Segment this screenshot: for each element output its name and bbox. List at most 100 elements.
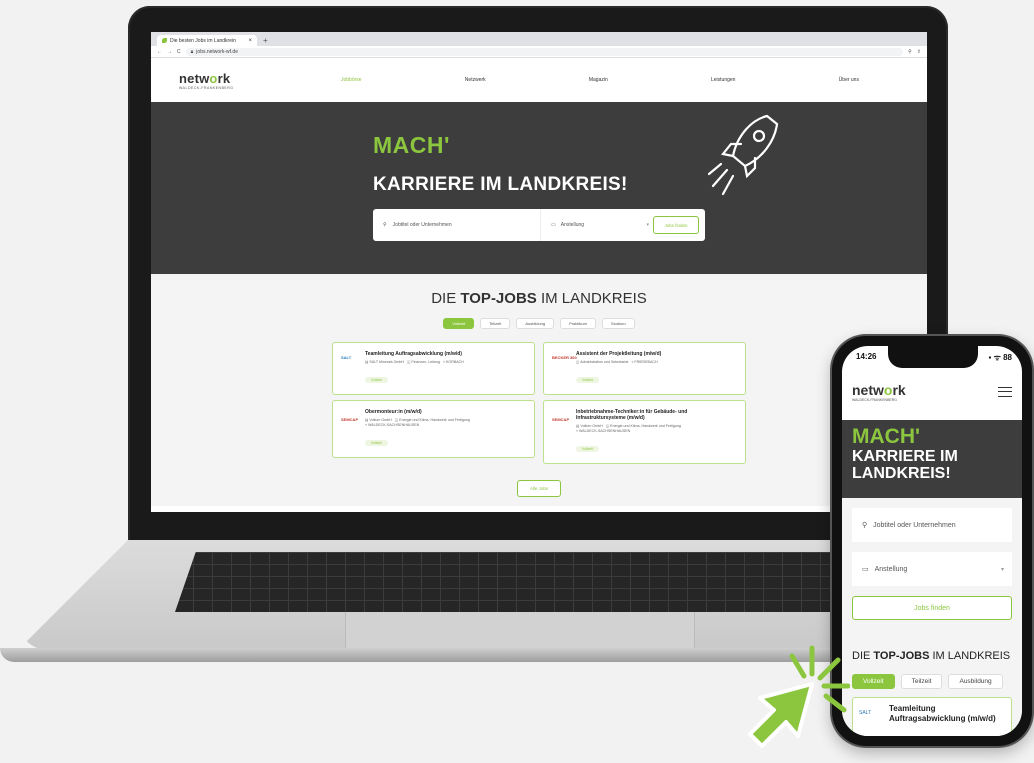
phone-screen: 14:26 ▪︎ ᯤ 88 network WALDECK-FRANKENBER… bbox=[842, 346, 1022, 736]
chevron-down-icon: ▾ bbox=[1000, 566, 1004, 573]
search-icon: ⚲ bbox=[862, 522, 868, 529]
logo-wordmark: network bbox=[852, 382, 906, 398]
job-meta: ▤ SALT Minerals GmbH ◫ Finanzen, Leitung… bbox=[365, 360, 464, 364]
company-logo: BECKER 360 bbox=[552, 355, 577, 360]
phone-hero: MACH' KARRIERE IM LANDKREIS! bbox=[842, 420, 1022, 498]
nav-link-netzwerk[interactable]: Netzwerk bbox=[465, 77, 486, 83]
employment-select-value: Anstellung bbox=[874, 565, 908, 573]
phone-employment-select[interactable]: ▭ Anstellung ▾ bbox=[852, 552, 1012, 586]
filter-teilzeit[interactable]: Teilzeit bbox=[900, 674, 943, 689]
filter-vollzeit[interactable]: Vollzeit bbox=[443, 318, 475, 329]
zoom-icon[interactable]: ⚲ bbox=[908, 49, 912, 55]
share-icon[interactable]: ⇪ bbox=[917, 49, 921, 55]
all-jobs-button[interactable]: Alle Jobs bbox=[517, 480, 561, 497]
filter-vollzeit[interactable]: Vollzeit bbox=[852, 674, 895, 689]
browser-tab[interactable]: Die besten Jobs im Landkrein × bbox=[157, 35, 257, 46]
briefcase-icon: ▭ bbox=[862, 566, 869, 573]
employment-select-value: Anstellung bbox=[560, 222, 585, 228]
job-title: Inbetriebnahme-Techniker:in für Gebäude-… bbox=[576, 409, 688, 421]
hero-title: KARRIERE IM LANDKREIS! bbox=[373, 174, 628, 195]
job-card[interactable]: SEMCAP Obermonteur:in (m/w/d) ▤ Voltum G… bbox=[332, 400, 535, 458]
company-logo: SEMCAP bbox=[552, 417, 570, 422]
job-meta: ◫ Administration und Sekretariat ⌖ FRIED… bbox=[576, 360, 658, 364]
job-title: Obermonteur:in (m/w/d) bbox=[365, 409, 422, 415]
filter-studium[interactable]: Studium bbox=[601, 318, 635, 329]
hero-section: MACH' KARRIERE IM LANDKREIS! ⚲ Jobtitel … bbox=[151, 102, 927, 274]
phone-top-jobs: DIE TOP-JOBS IM LANDKREIS Vollzeit Teilz… bbox=[842, 620, 1022, 736]
search-placeholder: Jobtitel oder Unternehmen bbox=[873, 521, 956, 529]
nav-link-leistungen[interactable]: Leistungen bbox=[711, 77, 735, 83]
briefcase-icon: ▭ bbox=[551, 222, 556, 228]
job-type-badge: Vollzeit bbox=[576, 377, 599, 383]
filter-praktikum[interactable]: Praktikum bbox=[560, 318, 596, 329]
phone-hero-title-line1: KARRIERE IM bbox=[852, 448, 958, 465]
filter-ausbildung[interactable]: Ausbildung bbox=[948, 674, 1003, 689]
job-type-badge: Vollzeit bbox=[365, 377, 388, 383]
phone-notch bbox=[888, 346, 978, 368]
search-input[interactable]: ⚲ Jobtitel oder Unternehmen bbox=[373, 209, 541, 241]
back-icon[interactable]: ← bbox=[157, 49, 162, 55]
top-jobs-title: DIE TOP-JOBS IM LANDKREIS bbox=[431, 290, 647, 307]
click-cursor-icon bbox=[748, 645, 850, 748]
browser-tabbar: Die besten Jobs im Landkrein × + bbox=[151, 32, 927, 46]
menu-icon[interactable] bbox=[998, 387, 1012, 397]
phone-search-input[interactable]: ⚲ Jobtitel oder Unternehmen bbox=[852, 508, 1012, 542]
logo-subtitle: WALDECK-FRANKENBERG bbox=[852, 398, 897, 402]
reload-icon[interactable]: C bbox=[177, 49, 181, 55]
laptop-keyboard bbox=[175, 552, 865, 612]
job-card[interactable]: SEMCAP Inbetriebnahme-Techniker:in für G… bbox=[543, 400, 746, 464]
logo-wordmark: network bbox=[179, 70, 231, 86]
site-nav: network WALDECK-FRANKENBERG Jobbörse Net… bbox=[151, 58, 927, 102]
phone-search: ⚲ Jobtitel oder Unternehmen ▭ Anstellung… bbox=[842, 498, 1022, 620]
nav-link-ueber-uns[interactable]: Über uns bbox=[839, 77, 859, 83]
new-tab-button[interactable]: + bbox=[263, 35, 268, 46]
status-icons: ▪︎ ᯤ 88 bbox=[988, 353, 1012, 362]
url-text: jobs.network-wf.de bbox=[196, 48, 238, 55]
logo-subtitle: WALDECK-FRANKENBERG bbox=[179, 85, 234, 90]
job-meta: ▤ Voltum GmbH ◫ Energie und Klima, Handw… bbox=[365, 418, 470, 427]
laptop-trackpad bbox=[345, 612, 695, 652]
phone-job-filters: Vollzeit Teilzeit Ausbildung bbox=[852, 674, 1012, 689]
phone-find-jobs-button[interactable]: Jobs finden bbox=[852, 596, 1012, 620]
phone-hero-title-line2: LANDKREIS! bbox=[852, 465, 951, 482]
job-filters: Vollzeit Teilzeit Ausbildung Praktikum S… bbox=[151, 318, 927, 329]
top-jobs-section: DIE TOP-JOBS IM LANDKREIS Vollzeit Teilz… bbox=[151, 274, 927, 506]
phone-header: network WALDECK-FRANKENBERG bbox=[852, 382, 1012, 402]
lock-icon: 🔒︎ bbox=[190, 48, 194, 55]
phone-site-logo[interactable]: network WALDECK-FRANKENBERG bbox=[852, 382, 906, 402]
favicon-icon bbox=[162, 38, 167, 43]
nav-link-jobboerse[interactable]: Jobbörse bbox=[341, 77, 362, 83]
job-meta: ▤ Voltum GmbH ◫ Energie und Klima, Handw… bbox=[576, 424, 681, 433]
company-logo: SALT bbox=[341, 355, 352, 360]
job-card[interactable]: BECKER 360 Assistent der Projektleitung … bbox=[543, 342, 746, 395]
address-bar: ← → C 🔒︎ jobs.network-wf.de ⚲ ⇪ bbox=[151, 46, 927, 58]
search-placeholder: Jobtitel oder Unternehmen bbox=[392, 222, 452, 228]
job-card[interactable]: SALT Teamleitung Auftragsabwicklung (m/w… bbox=[852, 697, 1012, 736]
nav-links: Jobbörse Netzwerk Magazin Leistungen Übe… bbox=[319, 77, 899, 83]
job-type-badge: Vollzeit bbox=[365, 440, 388, 446]
site-logo[interactable]: network WALDECK-FRANKENBERG bbox=[179, 71, 319, 90]
nav-link-magazin[interactable]: Magazin bbox=[589, 77, 608, 83]
rocket-icon bbox=[707, 114, 779, 196]
url-field[interactable]: 🔒︎ jobs.network-wf.de bbox=[185, 47, 904, 56]
job-title: Teamleitung Auftragsabwicklung (m/w/d) bbox=[889, 704, 996, 723]
search-icon: ⚲ bbox=[383, 222, 387, 228]
forward-icon[interactable]: → bbox=[167, 49, 172, 55]
smartphone: 14:26 ▪︎ ᯤ 88 network WALDECK-FRANKENBER… bbox=[832, 336, 1032, 746]
status-time: 14:26 bbox=[856, 352, 877, 361]
filter-ausbildung[interactable]: Ausbildung bbox=[516, 318, 555, 329]
employment-select[interactable]: ▭ Anstellung ▾ bbox=[541, 209, 653, 241]
company-logo: SEMCAP bbox=[341, 417, 359, 422]
job-card[interactable]: SALT Teamleitung Auftragsabwicklung (m/w… bbox=[332, 342, 535, 395]
job-search-box: ⚲ Jobtitel oder Unternehmen ▭ Anstellung… bbox=[373, 209, 705, 241]
phone-top-jobs-title: DIE TOP-JOBS IM LANDKREIS bbox=[852, 650, 1011, 662]
tab-title: Die besten Jobs im Landkrein bbox=[170, 37, 236, 44]
job-title: Teamleitung Auftragsabwicklung (m/w/d) bbox=[365, 351, 462, 357]
filter-teilzeit[interactable]: Teilzeit bbox=[480, 318, 511, 329]
stage: Die besten Jobs im Landkrein × + ← → C 🔒… bbox=[0, 0, 1034, 763]
phone-hero-mach: MACH' bbox=[852, 425, 920, 448]
company-logo: SALT bbox=[859, 710, 872, 716]
hero-mach: MACH' bbox=[373, 132, 450, 158]
find-jobs-button[interactable]: Jobs finden bbox=[653, 216, 699, 234]
close-icon[interactable]: × bbox=[248, 38, 252, 44]
